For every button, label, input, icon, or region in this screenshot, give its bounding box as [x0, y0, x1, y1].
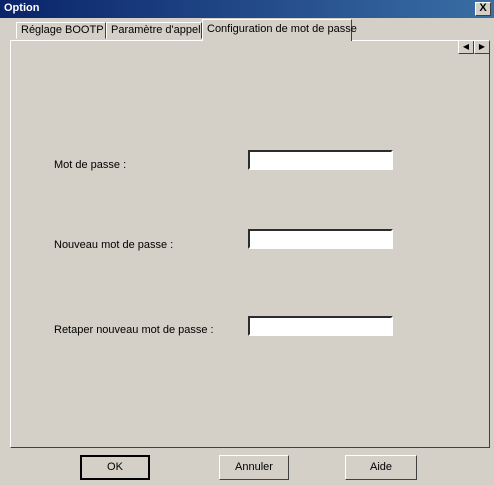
tab-label: Réglage BOOTP: [21, 24, 104, 36]
retype-password-label: Retaper nouveau mot de passe :: [54, 324, 214, 336]
tab-reglage-bootp[interactable]: Réglage BOOTP: [16, 22, 106, 39]
close-button[interactable]: X: [475, 2, 491, 16]
tab-configuration-mot-de-passe[interactable]: Configuration de mot de passe: [202, 19, 357, 41]
retype-password-field[interactable]: [248, 316, 393, 336]
title-bar: Option X: [0, 0, 494, 18]
ok-button[interactable]: OK: [80, 455, 150, 480]
tab-label: Configuration de mot de passe: [207, 23, 357, 35]
password-field[interactable]: [248, 150, 393, 170]
new-password-label: Nouveau mot de passe :: [54, 239, 174, 251]
window-title: Option: [4, 2, 40, 14]
help-button[interactable]: Aide: [345, 455, 417, 480]
close-icon: X: [479, 2, 487, 14]
cancel-button[interactable]: Annuler: [219, 455, 289, 480]
password-label: Mot de passe :: [54, 159, 127, 171]
new-password-field[interactable]: [248, 229, 393, 249]
tab-label: Paramètre d'appel: [111, 24, 201, 36]
tab-parametre-appel[interactable]: Paramètre d'appel: [106, 22, 202, 39]
